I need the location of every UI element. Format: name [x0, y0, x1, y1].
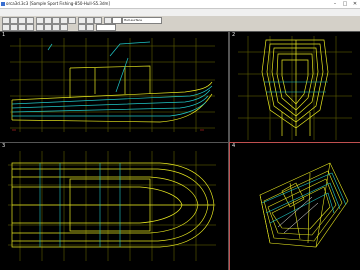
surface-icon[interactable]: [94, 17, 102, 24]
zoom-extents-icon[interactable]: [36, 24, 44, 31]
hull-plan: [11, 162, 215, 248]
grid-lines: [10, 38, 215, 132]
point-icon[interactable]: [78, 17, 86, 24]
viewport-profile[interactable]: 1: [0, 31, 229, 143]
window-title: orca3d.3c3 [Sample Sport Fishing-850-Hul…: [6, 1, 110, 6]
zoom-in-icon[interactable]: [2, 24, 10, 31]
perspective-drawing: [259, 162, 349, 248]
app-icon: [1, 2, 5, 6]
hull-perspective: [259, 162, 349, 248]
curve-icon[interactable]: [86, 17, 94, 24]
hydrostatics-icon[interactable]: [86, 24, 94, 31]
close-button[interactable]: ✕: [350, 0, 360, 8]
view-field[interactable]: [96, 24, 116, 31]
redo-icon[interactable]: [68, 17, 76, 24]
undo-icon[interactable]: [60, 17, 68, 24]
plan-drawing: [8, 151, 216, 261]
save-icon[interactable]: [18, 17, 26, 24]
snap-field[interactable]: [112, 17, 122, 24]
cut-icon[interactable]: [36, 17, 44, 24]
rotate-icon[interactable]: [26, 24, 34, 31]
pan-icon[interactable]: [18, 24, 26, 31]
viewport-perspective[interactable]: 4: [229, 142, 360, 270]
viewport-front[interactable]: 2: [229, 31, 360, 143]
wireframe-icon[interactable]: [44, 24, 52, 31]
shaded-icon[interactable]: [52, 24, 60, 31]
layer-field[interactable]: Hull-surface: [122, 17, 162, 24]
menu-bar: File Edit Analysis View Model Window Hel…: [0, 9, 360, 25]
maximize-button[interactable]: □: [340, 0, 350, 8]
copy-icon[interactable]: [44, 17, 52, 24]
layer-field-value: Hull-surface: [124, 18, 142, 22]
profile-drawing: [10, 38, 215, 132]
stations-icon[interactable]: [78, 24, 86, 31]
minimize-button[interactable]: –: [330, 0, 340, 8]
grid-lines: [238, 36, 352, 140]
viewport-plan[interactable]: 3: [0, 142, 229, 270]
new-icon[interactable]: [2, 17, 10, 24]
grid-icon[interactable]: [60, 24, 68, 31]
open-icon[interactable]: [10, 17, 18, 24]
zoom-out-icon[interactable]: [10, 24, 18, 31]
front-drawing: [238, 36, 352, 140]
hull-sections: [261, 39, 329, 136]
print-icon[interactable]: [26, 17, 34, 24]
paste-icon[interactable]: [52, 17, 60, 24]
grid-lines: [8, 151, 216, 261]
toolbar: Hull-surface: [0, 16, 360, 32]
title-bar: orca3d.3c3 [Sample Sport Fishing-850-Hul…: [0, 0, 360, 9]
select-icon[interactable]: [104, 17, 112, 24]
